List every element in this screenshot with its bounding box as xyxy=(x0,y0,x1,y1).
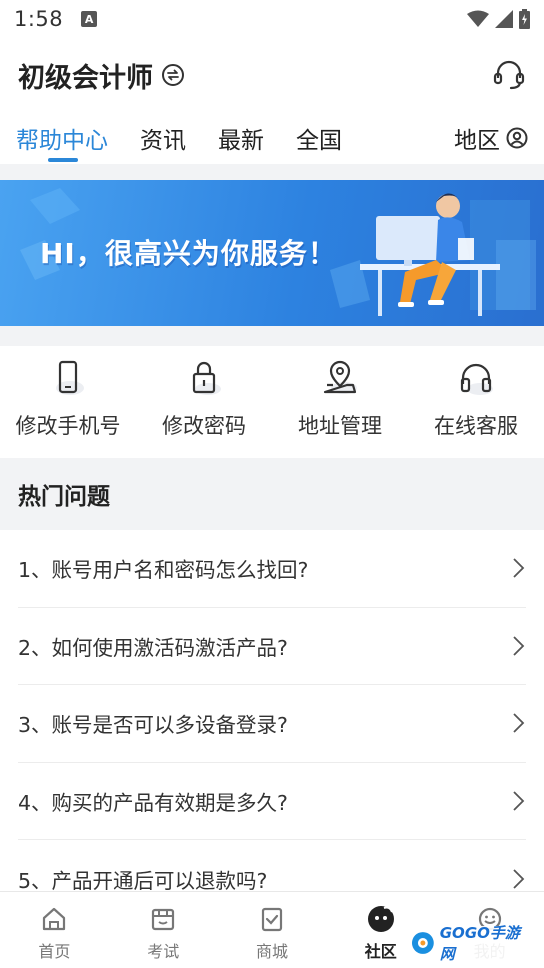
watermark-icon xyxy=(411,932,434,954)
nav-exam[interactable]: 考试 xyxy=(109,892,218,968)
help-banner[interactable]: HI，很高兴为你服务！ xyxy=(0,180,544,326)
change-password-label: 修改密码 xyxy=(162,414,246,438)
online-service-button[interactable]: 在线客服 xyxy=(408,346,544,458)
quick-actions: 修改手机号 修改密码 地址管理 在线客服 xyxy=(0,346,544,458)
faq-item[interactable]: 1、账号用户名和密码怎么找回? xyxy=(18,530,526,608)
online-service-label: 在线客服 xyxy=(434,414,518,438)
change-phone-label: 修改手机号 xyxy=(15,414,121,438)
category-tabs: 帮助中心 资讯 最新 全国 地区 xyxy=(0,112,544,164)
home-icon xyxy=(39,904,69,934)
tab-latest[interactable]: 最新 xyxy=(218,112,264,164)
hot-questions-header: 热门问题 xyxy=(0,458,544,530)
faq-question: 4、购买的产品有效期是多久? xyxy=(18,790,288,815)
faq-question: 2、如何使用激活码激活产品? xyxy=(18,635,288,660)
tab-help-center[interactable]: 帮助中心 xyxy=(16,112,108,164)
faq-list: 1、账号用户名和密码怎么找回? 2、如何使用激活码激活产品? 3、账号是否可以多… xyxy=(0,530,544,918)
status-indicators xyxy=(467,9,530,29)
location-icon xyxy=(320,358,360,398)
signal-icon xyxy=(495,10,513,28)
chevron-right-icon xyxy=(510,557,526,579)
chevron-right-icon xyxy=(510,868,526,890)
banner-greeting: HI，很高兴为你服务！ xyxy=(40,237,337,270)
address-management-label: 地址管理 xyxy=(298,414,382,438)
region-selector[interactable]: 地区 xyxy=(454,121,528,155)
community-icon xyxy=(366,904,396,934)
change-phone-button[interactable]: 修改手机号 xyxy=(0,346,136,458)
change-password-button[interactable]: 修改密码 xyxy=(136,346,272,458)
exam-icon xyxy=(148,904,178,934)
divider-band xyxy=(0,164,544,180)
faq-item[interactable]: 2、如何使用激活码激活产品? xyxy=(18,608,526,685)
headphones-icon xyxy=(456,358,496,398)
user-location-icon xyxy=(506,127,528,149)
chevron-right-icon xyxy=(510,712,526,734)
nav-mall[interactable]: 商城 xyxy=(218,892,327,968)
watermark-text: GOGO手游网 xyxy=(439,924,520,963)
phone-icon xyxy=(48,358,88,398)
chevron-right-icon xyxy=(510,635,526,657)
status-bar: 1:58 A xyxy=(0,0,544,38)
notification-icon: A xyxy=(81,11,98,27)
app-header: 初级会计师 xyxy=(0,44,544,106)
address-management-button[interactable]: 地址管理 xyxy=(272,346,408,458)
nav-home-label: 首页 xyxy=(38,942,71,961)
nav-community-label: 社区 xyxy=(364,942,397,961)
customer-service-icon[interactable] xyxy=(492,58,526,92)
tab-national[interactable]: 全国 xyxy=(296,112,342,164)
mall-icon xyxy=(257,904,287,934)
divider-band xyxy=(0,326,544,346)
nav-mall-label: 商城 xyxy=(255,942,288,961)
page-title: 初级会计师 xyxy=(18,62,153,94)
watermark-logo: GOGO手游网 xyxy=(410,924,534,963)
faq-question: 1、账号用户名和密码怎么找回? xyxy=(18,558,309,583)
region-label: 地区 xyxy=(454,128,500,154)
faq-item[interactable]: 3、账号是否可以多设备登录? xyxy=(18,685,526,763)
nav-exam-label: 考试 xyxy=(147,942,180,961)
section-title: 热门问题 xyxy=(18,484,110,510)
tab-news[interactable]: 资讯 xyxy=(140,112,186,164)
faq-question: 5、产品开通后可以退款吗? xyxy=(18,868,268,893)
chevron-right-icon xyxy=(510,790,526,812)
switch-exam-icon[interactable] xyxy=(161,63,185,87)
lock-icon xyxy=(184,358,224,398)
nav-home[interactable]: 首页 xyxy=(0,892,109,968)
wifi-icon xyxy=(467,10,489,27)
faq-item[interactable]: 4、购买的产品有效期是多久? xyxy=(18,763,526,840)
battery-icon xyxy=(519,9,530,29)
faq-question: 3、账号是否可以多设备登录? xyxy=(18,713,288,738)
status-time: 1:58 xyxy=(14,7,64,31)
